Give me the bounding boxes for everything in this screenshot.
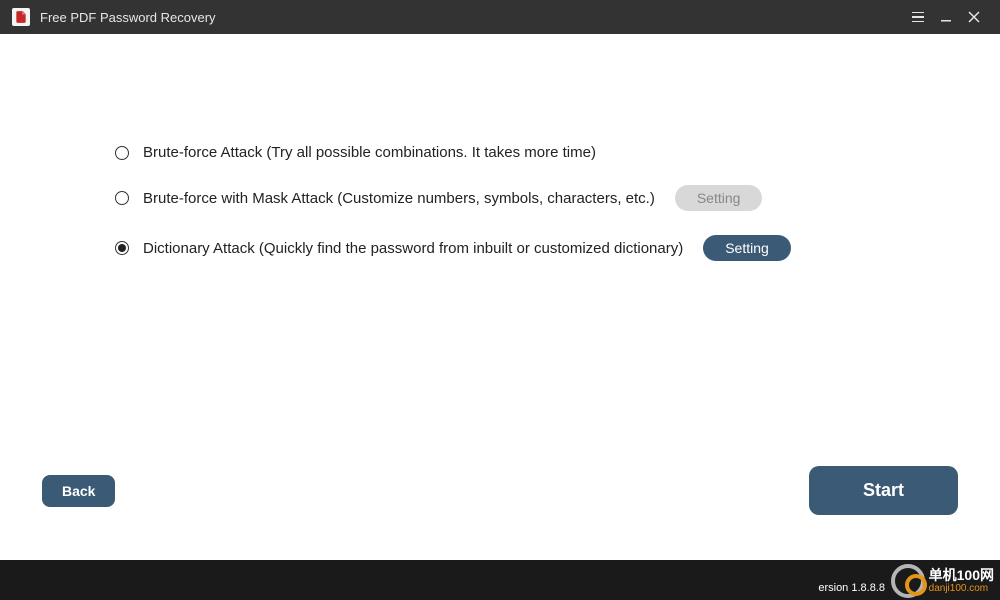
footer-buttons: Back Start xyxy=(0,466,1000,515)
bottom-bar xyxy=(0,560,1000,600)
option-brute-force: Brute-force Attack (Try all possible com… xyxy=(115,144,885,161)
minimize-icon xyxy=(940,11,952,23)
setting-button-dictionary[interactable]: Setting xyxy=(703,235,791,261)
close-button[interactable] xyxy=(960,3,988,31)
main-content: Brute-force Attack (Try all possible com… xyxy=(0,34,1000,261)
app-icon xyxy=(12,8,30,26)
setting-button-mask[interactable]: Setting xyxy=(675,185,763,211)
app-title: Free PDF Password Recovery xyxy=(40,10,216,25)
radio-brute-force[interactable] xyxy=(115,146,129,160)
minimize-button[interactable] xyxy=(932,3,960,31)
start-button[interactable]: Start xyxy=(809,466,958,515)
hamburger-icon xyxy=(912,12,924,23)
option-dictionary-attack: Dictionary Attack (Quickly find the pass… xyxy=(115,235,885,261)
option-mask-attack: Brute-force with Mask Attack (Customize … xyxy=(115,185,885,211)
back-button[interactable]: Back xyxy=(42,475,115,507)
close-icon xyxy=(968,11,980,23)
radio-mask-attack[interactable] xyxy=(115,191,129,205)
title-bar: Free PDF Password Recovery xyxy=(0,0,1000,34)
version-label: ersion 1.8.8.8 xyxy=(818,582,885,594)
radio-dictionary-attack[interactable] xyxy=(115,241,129,255)
menu-button[interactable] xyxy=(904,3,932,31)
option-label: Dictionary Attack (Quickly find the pass… xyxy=(143,240,683,257)
option-label: Brute-force with Mask Attack (Customize … xyxy=(143,190,655,207)
option-label: Brute-force Attack (Try all possible com… xyxy=(143,144,596,161)
